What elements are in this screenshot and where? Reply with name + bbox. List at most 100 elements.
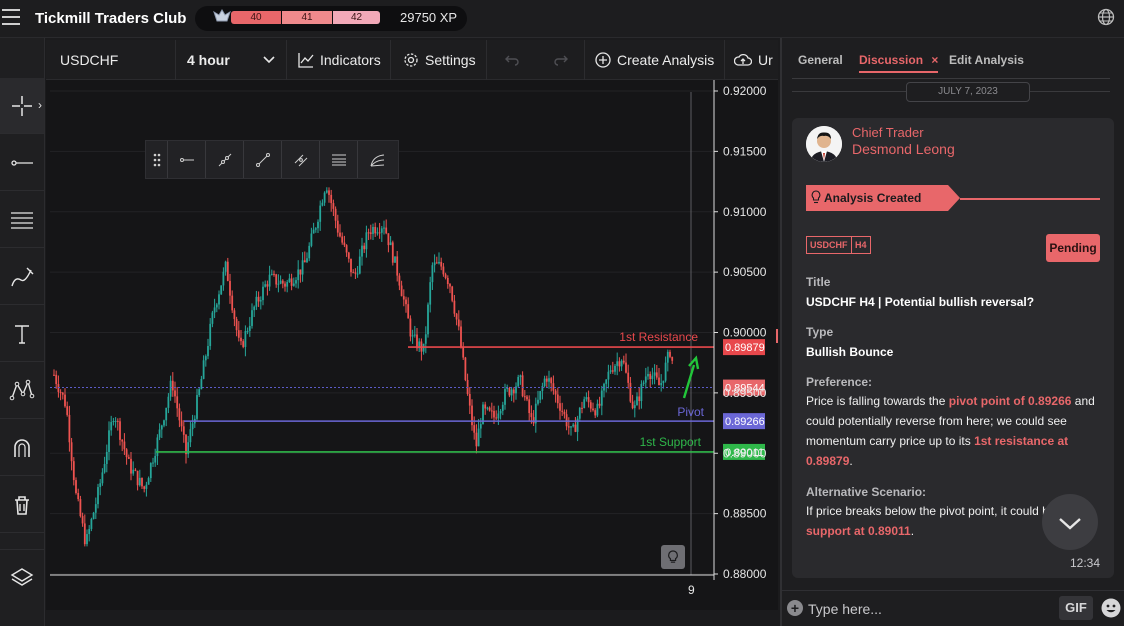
candle-body [266,284,269,287]
candle-body [647,373,649,377]
candle-body [317,221,319,229]
candle-body [202,360,205,379]
candle-body [658,377,660,386]
close-tab-icon[interactable]: × [931,53,938,67]
candle-body [75,480,77,494]
globe-icon[interactable] [1097,8,1115,26]
fib-fan-button[interactable] [358,141,396,178]
candle-body [383,227,385,229]
candle-body [53,374,55,376]
candle-body [59,391,62,393]
message-input[interactable] [808,598,1048,620]
candle-body [303,260,306,263]
candle-body [319,205,322,222]
settings-button[interactable]: Settings [391,40,487,80]
ray-line-button[interactable] [206,141,244,178]
candle-body [460,326,462,348]
trend-line-button[interactable] [244,141,282,178]
candle-body [341,236,344,243]
redo-icon [553,55,568,66]
author-name[interactable]: Desmond Leong [852,141,955,157]
parallel-channel-tool[interactable] [0,192,44,248]
crosshair-tool[interactable]: › [0,78,44,134]
scroll-down-button[interactable] [1042,494,1098,550]
status-pending-badge[interactable]: Pending [1046,234,1100,262]
candle-body [79,499,82,517]
candle-body [156,437,159,457]
emoji-icon[interactable] [1100,597,1122,619]
pattern-tool[interactable] [0,363,44,419]
candle-body [121,439,124,442]
redo-button[interactable] [537,40,585,80]
candle-body [466,379,469,394]
horizontal-line-button[interactable] [168,141,206,178]
candle-body [512,389,515,394]
layers-tool[interactable] [0,549,44,605]
candle-body [508,388,511,396]
candle-body [207,346,209,357]
add-attachment-icon[interactable]: + [787,600,803,616]
timeframe-dropdown[interactable]: 4 hour [176,40,287,80]
candle-body [636,396,638,406]
create-analysis-button[interactable]: Create Analysis [585,40,725,80]
xp-value: 29750 XP [400,10,458,25]
candle-body [427,304,429,335]
candle-body [83,523,86,545]
candle-body [97,487,99,505]
analysis-idea-button[interactable] [661,545,685,569]
candle-body [424,334,427,344]
text-icon [15,324,29,344]
candle-body [504,389,506,405]
candle-body [114,420,117,422]
tab-general[interactable]: General [798,53,843,67]
tab-discussion[interactable]: Discussion × [859,53,939,73]
candle-body [523,396,526,398]
brush-tool[interactable] [0,249,44,305]
fib-retracement-button[interactable] [320,141,358,178]
text-tool[interactable] [0,306,44,362]
candle-body [270,273,273,275]
candle-body [189,429,192,443]
candle-body [477,428,480,447]
parallel-lines-button[interactable] [282,141,320,178]
lightbulb-icon [668,550,678,563]
candle-body [182,426,185,435]
undo-button[interactable] [487,40,537,80]
candle-body [352,272,355,274]
candle-body [231,295,234,311]
tab-edit-analysis[interactable]: Edit Analysis [949,53,1024,67]
candle-body [581,407,583,409]
candle-body [446,277,449,285]
gif-button[interactable]: GIF [1059,596,1093,620]
upload-button[interactable]: Ur [725,40,778,80]
indicators-button[interactable]: Indicators [287,40,391,80]
candle-body [204,356,207,361]
candle-body [138,477,141,486]
candle-body [468,393,471,406]
level-name-label: 1st Resistance [619,330,698,344]
horizontal-ray-tool[interactable] [0,135,44,191]
candle-body [594,410,597,416]
hamburger-menu-icon[interactable] [2,9,20,25]
candle-body [539,391,542,400]
symbol-selector[interactable]: USDCHF [46,40,176,80]
settings-label: Settings [425,52,476,68]
candle-body [532,417,535,424]
candle-body [242,341,245,347]
candle-body [429,282,432,305]
candle-body [592,408,594,411]
candle-body [385,227,388,234]
candle-body [180,420,183,427]
status-banner-line [960,198,1100,200]
drag-handle-icon[interactable] [146,141,168,178]
magnet-tool[interactable] [0,420,44,476]
y-tick-label: 0.88500 [723,507,767,521]
candle-body [284,283,286,287]
candle-body [94,504,97,513]
candle-body [237,330,240,338]
delete-drawings-tool[interactable] [0,477,44,533]
expand-arrow-icon[interactable]: › [38,98,42,112]
candle-body [453,300,456,314]
candle-body [257,296,260,302]
candle-body [136,470,139,486]
